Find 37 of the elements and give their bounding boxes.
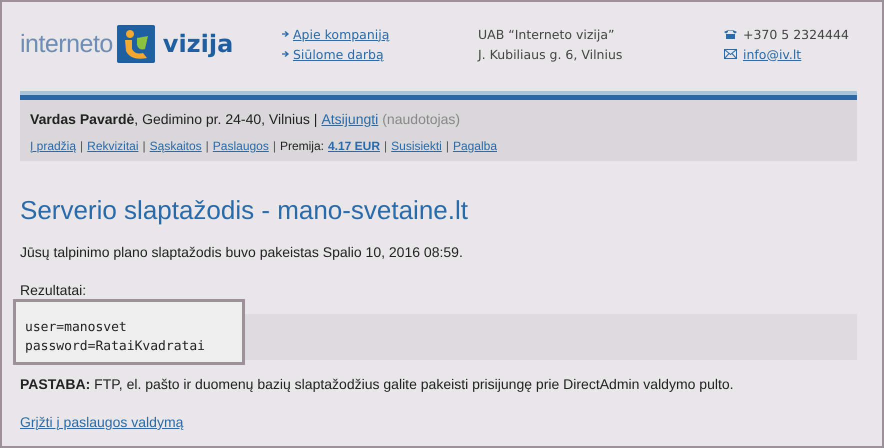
- page-title: Serverio slaptažodis - mano-svetaine.lt: [20, 195, 469, 226]
- menu-link[interactable]: Į pradžią: [30, 139, 76, 153]
- results-label: Rezultatai:: [20, 282, 88, 298]
- message-text: Jūsų talpinimo plano slaptažodis buvo pakeistas Spalio 10, 2016 08:59.: [20, 244, 464, 260]
- logo-icon: [116, 25, 155, 63]
- separator: |: [446, 139, 449, 153]
- result-line: password=RataiKvadratai: [25, 338, 206, 356]
- menu-link[interactable]: Susisiekti: [391, 139, 442, 153]
- phone-icon: [724, 29, 737, 39]
- bonus-amount-link[interactable]: 4.17 EUR: [328, 139, 380, 153]
- menu-link[interactable]: Sąskaitos: [150, 139, 202, 153]
- email-link[interactable]: info@iv.lt: [743, 46, 802, 62]
- user-info: Vardas Pavardė, Gedimino pr. 24-40, Vilnius |: [30, 111, 318, 127]
- bonus-label: Premija:: [280, 139, 324, 153]
- back-link[interactable]: Grįžti į paslaugos valdymą: [20, 414, 184, 430]
- separator: |: [80, 139, 84, 153]
- separator: |: [272, 139, 276, 153]
- phone-number: +370 5 2324444: [743, 26, 849, 42]
- company-info: J. Kubiliaus g. 6, Vilnius: [478, 46, 624, 62]
- nav-link[interactable]: Siūlome darbą: [293, 46, 384, 62]
- menu-link[interactable]: Paslaugos: [212, 139, 269, 153]
- menu-link[interactable]: Pagalba: [452, 139, 497, 153]
- logo-text: vizija: [162, 30, 234, 58]
- separator: |: [384, 139, 388, 153]
- separator: |: [206, 139, 209, 153]
- company-info: UAB “Interneto vizija”: [478, 26, 616, 42]
- logo-text: interneto: [20, 30, 113, 58]
- separator: |: [142, 139, 146, 153]
- note-text: PASTABA: FTP, el. pašto ir duomenų bazių slaptažodžius galite pakeisti prisijungę prie DirectAdmin valdymo pulto.: [20, 376, 735, 392]
- nav-link[interactable]: Apie kompaniją: [293, 26, 390, 42]
- arrow-icon: [282, 51, 289, 57]
- logout-link[interactable]: Atsijungti: [321, 111, 378, 127]
- result-line: user=manosvet: [25, 319, 128, 337]
- arrow-icon: [282, 31, 289, 37]
- mail-icon: [724, 49, 737, 59]
- user-role: (naudotojas): [382, 111, 460, 127]
- menu-link[interactable]: Rekvizitai: [87, 139, 139, 153]
